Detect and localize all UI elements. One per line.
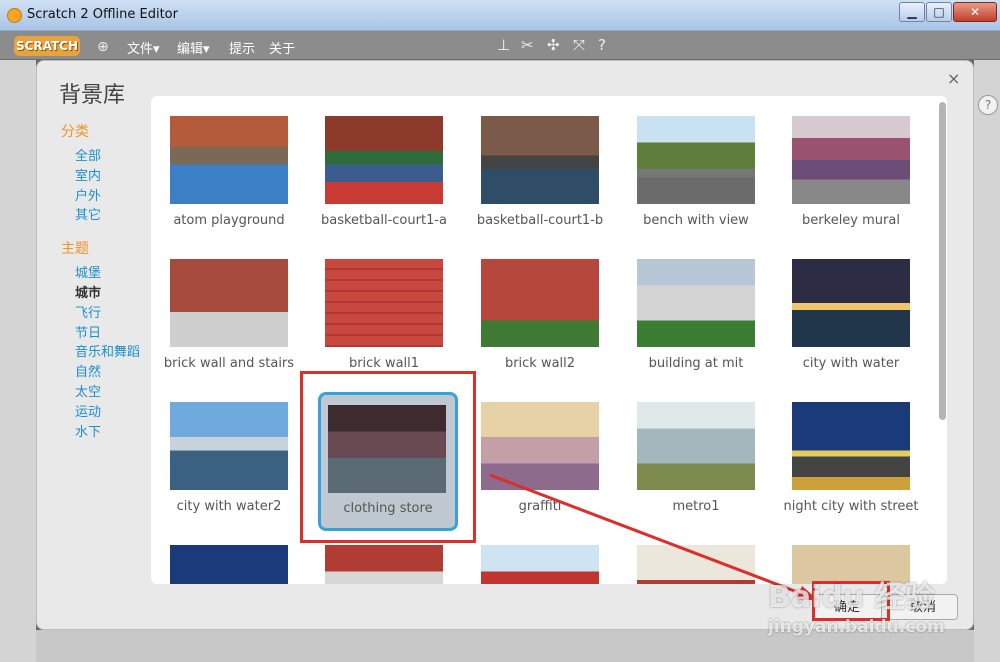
annotation-arrow (489, 473, 818, 600)
watermark-url: jingyan.baidu.com (768, 617, 945, 637)
watermark-logo: Baidu 经验 (768, 580, 935, 615)
